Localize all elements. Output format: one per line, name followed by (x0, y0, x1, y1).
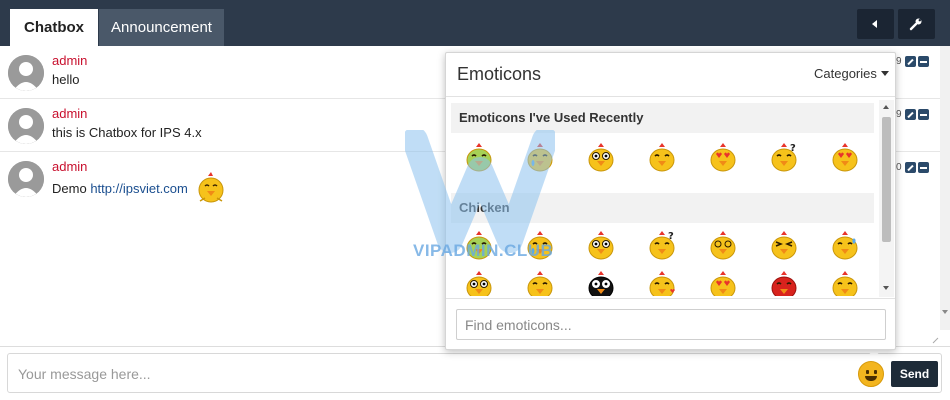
chicken-confused-icon: ? (649, 231, 675, 260)
categories-label: Categories (814, 66, 877, 81)
edit-icon[interactable] (905, 56, 916, 67)
chicken-love-icon (710, 143, 736, 172)
chicken-happy-icon (198, 172, 224, 203)
section-recent: Emoticons I've Used Recently (451, 103, 874, 133)
emoticon-item[interactable] (768, 230, 802, 264)
avatar[interactable] (8, 55, 44, 91)
chicken-annoyed-icon (771, 231, 797, 260)
tab-chatbox[interactable]: Chatbox (10, 9, 98, 46)
wrench-icon (909, 18, 922, 31)
avatar[interactable] (8, 161, 44, 197)
chicken-dizzy-icon (710, 231, 736, 260)
message-text: Demo http://ipsviet.com (52, 181, 188, 196)
emoticon-search-input[interactable]: Find emoticons... (456, 309, 886, 340)
chicken-love-icon (710, 271, 736, 296)
scroll-down-arrow[interactable] (883, 286, 889, 290)
emoticon-item[interactable] (585, 230, 619, 264)
emoticon-item[interactable] (768, 270, 802, 296)
chat-header: Chatbox Announcement (0, 0, 950, 46)
chicken-angry-love-icon (832, 143, 858, 172)
chicken-wide-eyes-icon (588, 143, 614, 172)
edit-icon[interactable] (905, 162, 916, 173)
message-text-prefix: Demo (52, 181, 87, 196)
scroll-thumb[interactable] (882, 117, 891, 242)
popover-caret (865, 349, 883, 359)
emoticon-item[interactable] (646, 270, 680, 296)
message-count: 9 (896, 56, 902, 67)
svg-text:?: ? (790, 143, 796, 154)
chicken-laughing-icon (527, 271, 553, 296)
chevron-down-icon (880, 71, 889, 76)
message-input[interactable]: Your message here... (7, 353, 942, 393)
chicken-kiss-icon (649, 271, 675, 296)
emoticon-item[interactable] (707, 270, 741, 296)
message-count: 9 (896, 109, 902, 120)
chicken-shocked-icon (466, 271, 492, 296)
scroll-down-arrow[interactable] (942, 310, 948, 314)
resize-grip[interactable] (930, 334, 940, 344)
chicken-wide-eyes-icon (588, 231, 614, 260)
collapse-button[interactable] (857, 9, 894, 39)
user-icon (8, 55, 44, 91)
message-author[interactable]: admin (52, 106, 87, 121)
svg-text:?: ? (668, 231, 674, 242)
chicken-black-icon (588, 271, 614, 296)
emoticon-item[interactable] (524, 270, 558, 296)
composer: Your message here... Send (0, 346, 950, 400)
delete-icon[interactable] (918, 109, 929, 120)
message-author[interactable]: admin (52, 159, 87, 174)
chicken-pouting-icon (832, 271, 858, 296)
chicken-sweat-icon (832, 231, 858, 260)
emoticon-item[interactable] (646, 142, 680, 176)
emoticon-item[interactable] (829, 270, 863, 296)
message-text: this is Chatbox for IPS 4.x (52, 125, 202, 140)
emoticon-row (463, 270, 873, 296)
user-icon (8, 108, 44, 144)
emoticon-button[interactable] (858, 361, 884, 387)
delete-icon[interactable] (918, 162, 929, 173)
tab-announcement[interactable]: Announcement (99, 9, 224, 46)
categories-dropdown[interactable]: Categories (814, 66, 889, 81)
message-text: hello (52, 72, 80, 87)
emoticons-scrollbar[interactable] (879, 100, 894, 297)
avatar[interactable] (8, 108, 44, 144)
emoticon-item[interactable]: ? (646, 230, 680, 264)
message-link[interactable]: http://ipsviet.com (90, 181, 188, 196)
emoticon-item[interactable] (707, 230, 741, 264)
caret-left-icon (872, 20, 877, 28)
emoticon-item[interactable] (707, 142, 741, 176)
edit-icon[interactable] (905, 109, 916, 120)
chicken-red-angry-icon (771, 271, 797, 296)
user-icon (8, 161, 44, 197)
settings-button[interactable] (898, 9, 935, 39)
scroll-up-arrow[interactable] (883, 105, 889, 109)
send-button[interactable]: Send (891, 361, 938, 387)
chicken-sleepy-icon (649, 143, 675, 172)
chicken-confused-icon: ? (771, 143, 797, 172)
emoticon-item[interactable]: ? (768, 142, 802, 176)
emoticon-item[interactable] (463, 270, 497, 296)
emoticon-item[interactable] (585, 270, 619, 296)
emoticon-item[interactable] (829, 230, 863, 264)
delete-icon[interactable] (918, 56, 929, 67)
emoticons-title: Emoticons (457, 64, 542, 84)
message-count: 0 (896, 162, 902, 173)
page-scrollbar[interactable] (940, 46, 950, 330)
watermark-text: VIPADMIN.CLUB (413, 241, 554, 260)
emoticon-item[interactable] (585, 142, 619, 176)
emoticon-item[interactable] (829, 142, 863, 176)
emoticons-footer: Find emoticons... (446, 298, 895, 349)
emoticons-header: Emoticons Categories (446, 53, 895, 97)
message-author[interactable]: admin (52, 53, 87, 68)
